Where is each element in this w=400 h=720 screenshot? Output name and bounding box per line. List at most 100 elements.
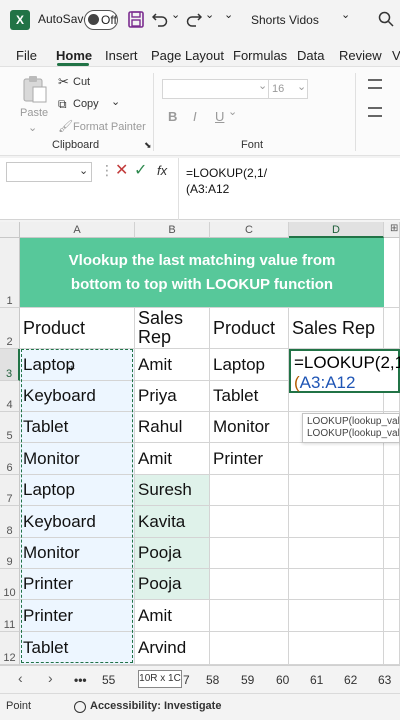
sheet-tab[interactable]: 63 bbox=[378, 673, 391, 687]
active-cell-d3[interactable]: =LOOKUP(2,1/(A3:A12 bbox=[289, 349, 400, 393]
tab-insert[interactable]: Insert bbox=[105, 48, 138, 63]
column-header-b[interactable]: B bbox=[135, 222, 210, 238]
row-header[interactable]: 10 bbox=[0, 569, 20, 600]
cell[interactable] bbox=[384, 600, 400, 632]
cell[interactable] bbox=[210, 632, 289, 665]
enter-icon[interactable]: ✓ bbox=[134, 160, 147, 180]
cut-label[interactable]: Cut bbox=[73, 76, 90, 88]
italic-button[interactable]: I bbox=[193, 109, 197, 124]
name-box-dropdown-icon[interactable]: ⌄ bbox=[79, 164, 88, 177]
search-icon[interactable] bbox=[378, 11, 394, 27]
tab-home[interactable]: Home bbox=[56, 48, 92, 63]
name-box[interactable]: ⌄ bbox=[6, 162, 92, 182]
redo-dropdown-icon[interactable]: ⌄ bbox=[205, 8, 214, 21]
sheet-tab[interactable]: 55 bbox=[102, 673, 115, 687]
cell[interactable] bbox=[384, 538, 400, 569]
row-header[interactable]: 1 bbox=[0, 238, 20, 308]
clipboard-launcher-icon[interactable]: ⬊ bbox=[144, 140, 152, 151]
cell-sales-rep[interactable]: Amit bbox=[135, 443, 210, 475]
row-header[interactable]: 3 bbox=[0, 349, 20, 381]
header-cell-a[interactable]: Product bbox=[20, 308, 135, 349]
more-sheets-button[interactable]: ••• bbox=[74, 673, 87, 687]
cell-lookup-product[interactable]: Printer bbox=[210, 443, 289, 475]
font-name-dropdown-icon[interactable]: ⌄ bbox=[258, 79, 267, 92]
tooltip-signature[interactable]: LOOKUP(lookup_valu bbox=[307, 416, 399, 428]
cell[interactable] bbox=[384, 238, 400, 308]
accessibility-icon[interactable] bbox=[74, 701, 86, 713]
cell-product[interactable]: Tablet bbox=[20, 632, 135, 665]
row-header[interactable]: 6 bbox=[0, 443, 20, 475]
underline-dropdown-icon[interactable]: ⌄ bbox=[228, 105, 237, 118]
row-header[interactable]: 12 bbox=[0, 632, 20, 665]
sheet-tab[interactable]: 59 bbox=[241, 673, 254, 687]
cell-sales-rep[interactable]: Pooja bbox=[135, 569, 210, 600]
cell-product[interactable]: Tablet bbox=[20, 412, 135, 443]
header-cell-d[interactable]: Sales Rep bbox=[289, 308, 384, 349]
font-size-dropdown-icon[interactable]: ⌄ bbox=[297, 80, 306, 93]
column-header-d[interactable]: D bbox=[289, 222, 384, 238]
formula-bar-more-icon[interactable]: ⋮ bbox=[100, 162, 114, 179]
cell-sales-rep[interactable]: Suresh bbox=[135, 475, 210, 506]
tab-view[interactable]: V bbox=[392, 48, 400, 63]
prev-sheet-icon[interactable]: ‹ bbox=[18, 670, 23, 686]
cell-product[interactable]: Keyboard bbox=[20, 506, 135, 538]
cut-icon[interactable]: ✂ bbox=[58, 74, 69, 90]
paste-dropdown-icon[interactable]: ⌄ bbox=[28, 121, 37, 134]
worksheet-grid[interactable]: A B C D ⊞ 1 2 3 4 5 6 7 8 9 10 11 12 Vlookup the las… bbox=[0, 222, 400, 665]
cell-product[interactable]: Laptop bbox=[20, 349, 135, 381]
cell-sales-rep[interactable]: Rahul bbox=[135, 412, 210, 443]
cell[interactable] bbox=[210, 506, 289, 538]
cell[interactable] bbox=[384, 475, 400, 506]
format-painter-label[interactable]: Format Painter bbox=[73, 121, 146, 133]
row-header[interactable]: 2 bbox=[0, 308, 20, 349]
row-header[interactable]: 8 bbox=[0, 506, 20, 538]
copy-icon[interactable]: ⧉ bbox=[58, 97, 67, 112]
cell-sales-rep[interactable]: Amit bbox=[135, 349, 210, 381]
cell[interactable] bbox=[289, 600, 384, 632]
cell-product[interactable]: Monitor bbox=[20, 538, 135, 569]
cell[interactable] bbox=[289, 569, 384, 600]
cell[interactable] bbox=[210, 600, 289, 632]
cell[interactable] bbox=[384, 569, 400, 600]
formula-text-line1[interactable]: =LOOKUP(2,1/ bbox=[186, 166, 267, 180]
cancel-icon[interactable]: ✕ bbox=[115, 160, 128, 180]
quick-access-more-icon[interactable]: ⌄ bbox=[224, 8, 233, 21]
cell-sales-rep[interactable]: Priya bbox=[135, 381, 210, 412]
cell[interactable] bbox=[289, 475, 384, 506]
tab-page-layout[interactable]: Page Layout bbox=[151, 48, 224, 63]
row-header[interactable]: 11 bbox=[0, 600, 20, 632]
cell[interactable] bbox=[289, 632, 384, 665]
tab-review[interactable]: Review bbox=[339, 48, 382, 63]
document-title[interactable]: Shorts Vidos bbox=[251, 13, 319, 27]
copy-dropdown-icon[interactable]: ⌄ bbox=[111, 95, 120, 108]
paste-icon[interactable] bbox=[22, 75, 48, 103]
cell-sales-rep[interactable]: Arvind bbox=[135, 632, 210, 665]
copy-label[interactable]: Copy bbox=[73, 98, 99, 110]
bold-button[interactable]: B bbox=[168, 109, 177, 124]
formula-text-line2[interactable]: (A3:A12 bbox=[186, 182, 229, 196]
sheet-tab[interactable]: 60 bbox=[276, 673, 289, 687]
sheet-tab[interactable]: 7 bbox=[183, 673, 190, 687]
tooltip-signature[interactable]: LOOKUP(lookup_valu bbox=[307, 428, 399, 440]
selection-handle-icon[interactable]: ⊞ bbox=[390, 223, 398, 234]
cell[interactable] bbox=[384, 443, 400, 475]
cell[interactable] bbox=[384, 506, 400, 538]
cell[interactable] bbox=[210, 475, 289, 506]
insert-function-button[interactable]: fx bbox=[157, 163, 167, 178]
underline-button[interactable]: U bbox=[215, 109, 224, 124]
cell[interactable] bbox=[289, 506, 384, 538]
header-cell-c[interactable]: Product bbox=[210, 308, 289, 349]
undo-dropdown-icon[interactable]: ⌄ bbox=[171, 8, 180, 21]
align-top-icon[interactable] bbox=[368, 79, 382, 89]
column-header-c[interactable]: C bbox=[210, 222, 289, 238]
select-all-corner[interactable] bbox=[0, 222, 20, 238]
align-middle-icon[interactable] bbox=[368, 107, 382, 117]
font-size-combo[interactable]: 16 ⌄ bbox=[268, 79, 308, 99]
cell[interactable] bbox=[289, 443, 384, 475]
format-painter-icon[interactable]: 🖌 bbox=[58, 119, 73, 133]
save-icon[interactable] bbox=[128, 11, 144, 28]
cell[interactable] bbox=[210, 538, 289, 569]
sheet-tab[interactable]: 61 bbox=[310, 673, 323, 687]
tab-file[interactable]: File bbox=[16, 48, 37, 63]
cell[interactable] bbox=[384, 632, 400, 665]
